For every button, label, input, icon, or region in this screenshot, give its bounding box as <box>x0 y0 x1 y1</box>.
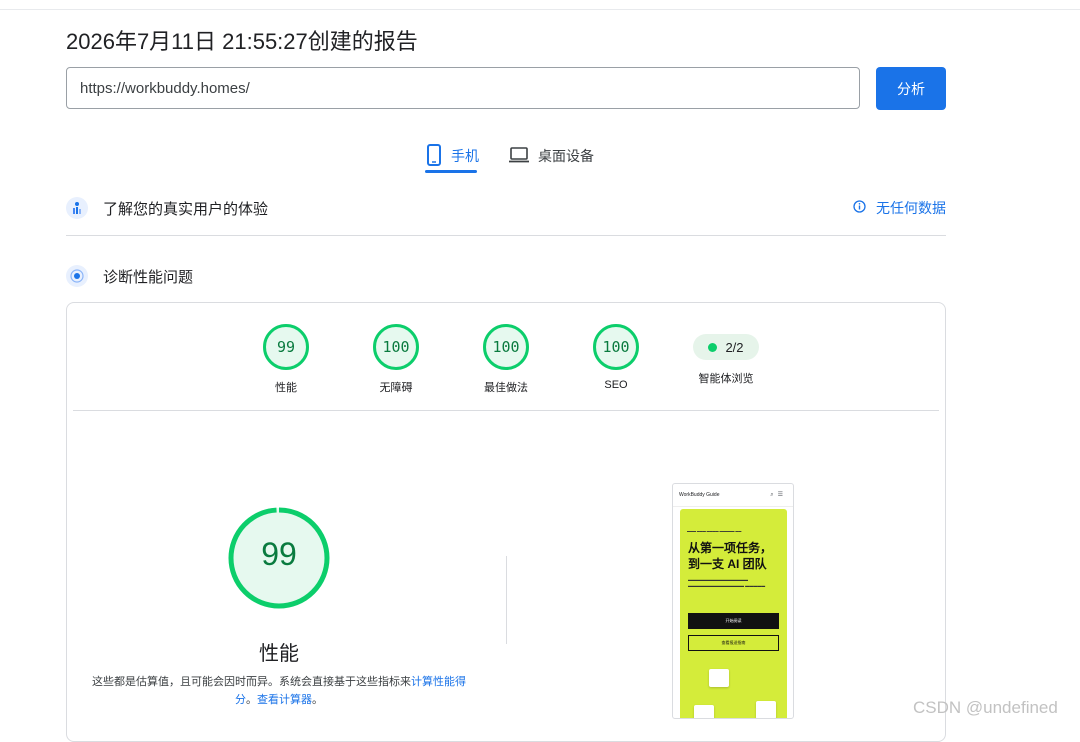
screenshot-card <box>756 701 776 718</box>
score-value: 100 <box>483 324 529 370</box>
final-screenshot: WorkBuddy Guide ⌕☰ ▬▬▬ ▬▬▬ ▬▬▬▬ ▬▬▬▬▬ ▬▬… <box>672 483 794 719</box>
screenshot-card <box>694 705 714 718</box>
crux-users-icon <box>66 197 88 219</box>
screenshot-headline: 从第一项任务， 到一支 AI 团队 <box>688 540 783 572</box>
screenshot-secondary-button: 查看报送指南 <box>688 635 779 651</box>
card-divider <box>73 410 939 411</box>
tab-mobile[interactable]: 手机 <box>425 140 479 172</box>
screenshot-headline-line2: 到一支 AI 团队 <box>688 557 767 571</box>
agent-value: 2/2 <box>725 339 744 355</box>
screenshot-site-title: WorkBuddy Guide <box>679 492 720 498</box>
report-title: 2026年7月11日 21:55:27创建的报告 <box>66 29 418 54</box>
field-data-section: 了解您的真实用户的体验 无任何数据 <box>66 196 946 220</box>
section-divider <box>66 235 946 236</box>
note-sep: 。 <box>246 694 257 706</box>
score-value: 99 <box>263 324 309 370</box>
smartphone-icon <box>425 143 443 169</box>
gauge-accessibility[interactable]: 100 无障碍 <box>351 324 441 395</box>
tab-active-indicator <box>425 170 477 173</box>
score-value: 100 <box>373 324 419 370</box>
top-divider <box>0 9 1080 10</box>
laptop-icon <box>508 146 530 167</box>
no-data-label: 无任何数据 <box>876 200 946 216</box>
screenshot-card <box>709 669 729 687</box>
screenshot-hero: ▬▬▬ ▬▬▬ ▬▬▬▬ ▬▬▬▬▬ ▬▬ 从第一项任务， 到一支 AI 团队 … <box>680 509 787 718</box>
lab-data-title: 诊断性能问题 <box>103 268 194 286</box>
screenshot-paragraph: ▬▬▬▬▬▬▬▬▬▬▬▬▬▬▬ ▬▬▬▬▬▬▬▬▬▬▬▬▬▬ ▬▬▬▬▬ <box>688 577 766 588</box>
gauge-label: 智能体浏览 <box>698 373 754 385</box>
lighthouse-diagnose-icon <box>66 265 88 287</box>
pass-dot-icon <box>708 342 718 352</box>
field-data-title: 了解您的真实用户的体验 <box>103 200 269 218</box>
estimate-note: 这些都是估算值，且可能会因时而异。系统会直接基于这些指标来计算性能得分。查看计算… <box>90 673 468 709</box>
note-text: 这些都是估算值，且可能会因时而异。系统会直接基于这些指标来 <box>92 676 411 688</box>
tab-desktop-label: 桌面设备 <box>538 148 594 164</box>
no-data-link[interactable]: 无任何数据 <box>853 198 946 218</box>
vertical-divider <box>506 556 507 644</box>
screenshot-header: WorkBuddy Guide ⌕☰ <box>673 484 793 507</box>
big-score-value: 99 <box>261 536 297 572</box>
url-input[interactable] <box>66 67 860 109</box>
gauge-label: 无障碍 <box>379 382 413 394</box>
watermark: CSDN @undefined <box>913 698 1058 717</box>
lab-data-section: 诊断性能问题 <box>66 264 946 288</box>
gauge-label: 性能 <box>275 382 297 394</box>
gauge-agentic-browsing[interactable]: 2/2 智能体浏览 <box>681 324 771 386</box>
screenshot-primary-button: 开始阅读 <box>688 613 779 629</box>
info-icon <box>853 200 866 216</box>
calculator-link[interactable]: 查看计算器 <box>257 694 312 706</box>
tab-desktop[interactable]: 桌面设备 <box>508 140 594 172</box>
big-score-label: 性能 <box>259 643 299 665</box>
gauge-label: SEO <box>604 379 628 391</box>
analyze-button[interactable]: 分析 <box>876 67 946 110</box>
screenshot-tagline: ▬▬▬ ▬▬▬ ▬▬▬▬ ▬▬▬▬▬ ▬▬ <box>687 529 742 533</box>
score-value: 100 <box>593 324 639 370</box>
gauge-best-practices[interactable]: 100 最佳做法 <box>461 324 551 395</box>
tab-mobile-label: 手机 <box>451 148 479 164</box>
screenshot-menu-icon: ⌕☰ <box>770 492 787 498</box>
note-end: 。 <box>312 694 323 706</box>
screenshot-headline-line1: 从第一项任务， <box>688 541 773 555</box>
gauge-label: 最佳做法 <box>484 382 528 394</box>
gauge-performance[interactable]: 99 性能 <box>241 324 331 395</box>
gauge-seo[interactable]: 100 SEO <box>571 324 661 391</box>
agent-pill: 2/2 <box>693 334 759 360</box>
